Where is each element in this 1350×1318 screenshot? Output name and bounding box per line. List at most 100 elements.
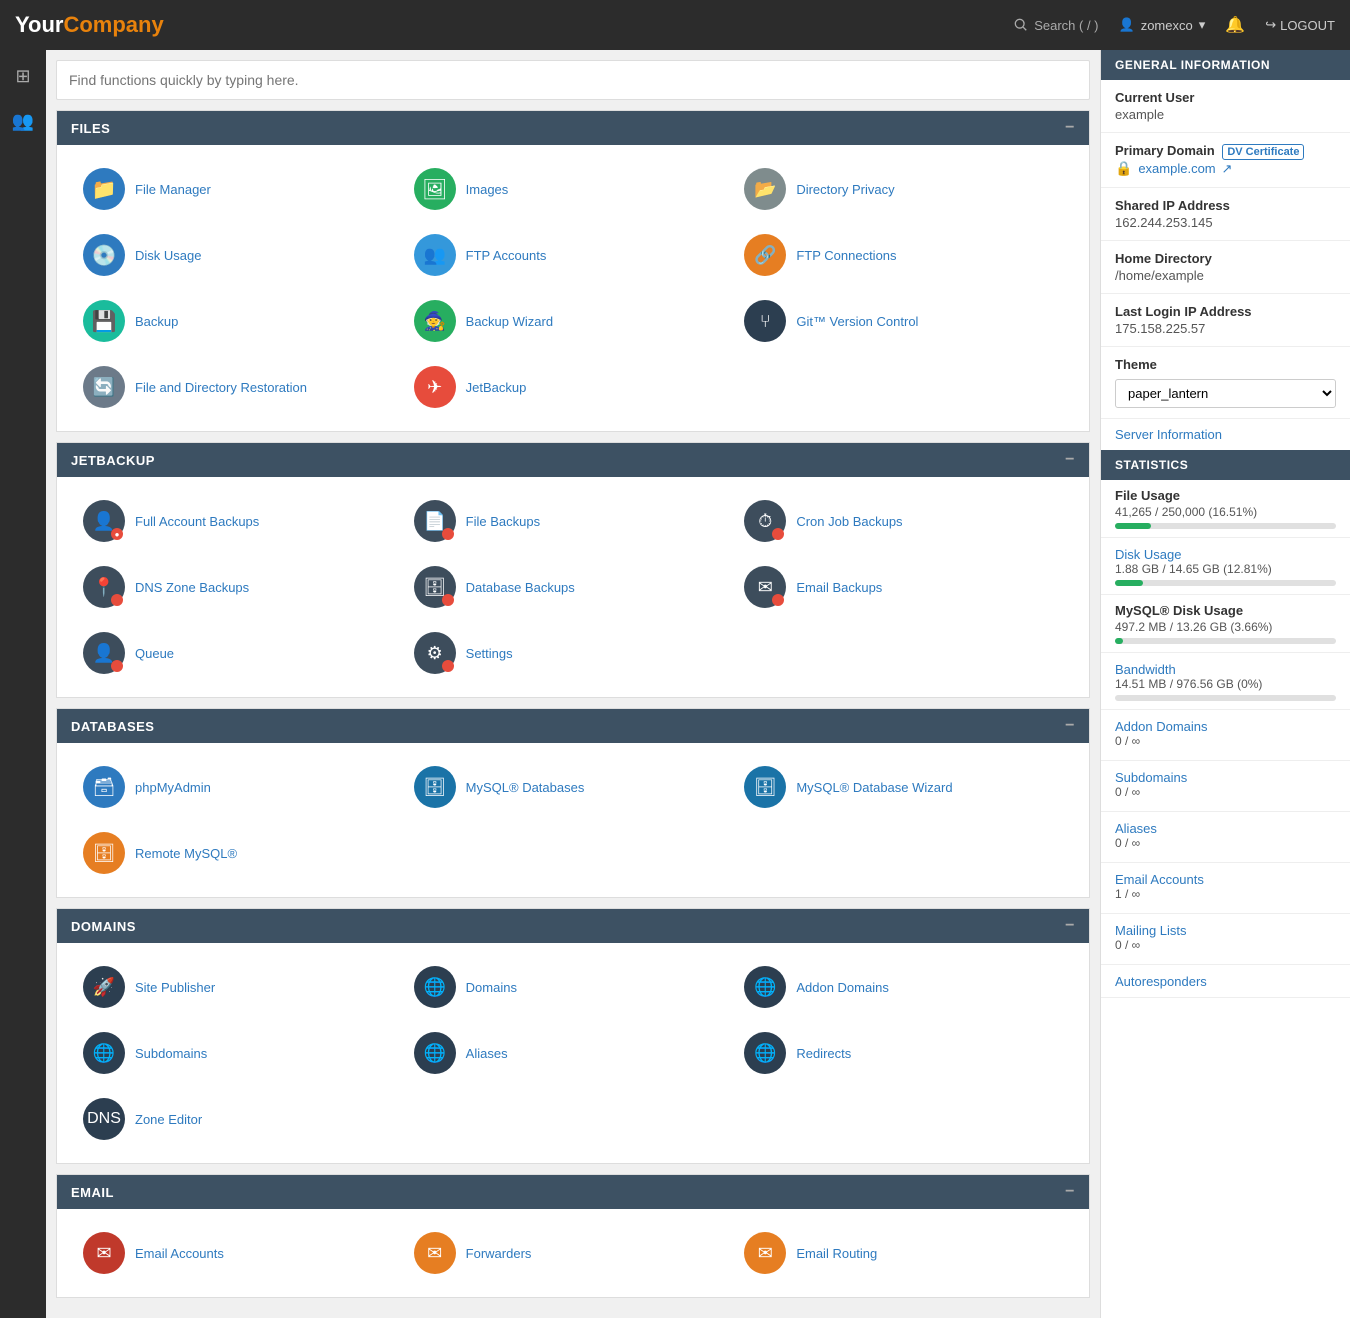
file-manager-link[interactable]: File Manager bbox=[135, 182, 211, 197]
autoresponders-link[interactable]: Autoresponders bbox=[1115, 974, 1207, 989]
full-account-backups-link[interactable]: Full Account Backups bbox=[135, 514, 259, 529]
list-item[interactable]: 🖼 Images bbox=[408, 160, 739, 218]
list-item[interactable]: 👤 Queue bbox=[77, 624, 408, 682]
list-item[interactable]: 📄 File Backups bbox=[408, 492, 739, 550]
list-item[interactable]: 🌐 Aliases bbox=[408, 1024, 739, 1082]
addon-domains-link[interactable]: Addon Domains bbox=[796, 980, 889, 995]
redirects-link[interactable]: Redirects bbox=[796, 1046, 851, 1061]
list-item[interactable]: ✉ Email Accounts bbox=[77, 1224, 408, 1282]
list-item[interactable]: 🌐 Redirects bbox=[738, 1024, 1069, 1082]
file-backups-link[interactable]: File Backups bbox=[466, 514, 540, 529]
list-item[interactable]: 💾 Backup bbox=[77, 292, 408, 350]
home-dir-value: /home/example bbox=[1115, 268, 1336, 283]
domains-link[interactable]: Domains bbox=[466, 980, 517, 995]
list-item[interactable]: 👤 ● Full Account Backups bbox=[77, 492, 408, 550]
jetbackup-title: JETBACKUP bbox=[71, 453, 155, 468]
external-link-icon[interactable]: ↗ bbox=[1222, 161, 1233, 176]
list-item[interactable]: ✉ Email Backups bbox=[738, 558, 1069, 616]
list-item[interactable]: ⚙ Settings bbox=[408, 624, 739, 682]
mailing-lists-link[interactable]: Mailing Lists bbox=[1115, 923, 1187, 938]
list-item[interactable]: ⏱ Cron Job Backups bbox=[738, 492, 1069, 550]
disk-usage-link[interactable]: Disk Usage bbox=[135, 248, 201, 263]
mysql-databases-link[interactable]: MySQL® Databases bbox=[466, 780, 585, 795]
list-item[interactable]: 📁 File Manager bbox=[77, 160, 408, 218]
subdomains-link[interactable]: Subdomains bbox=[135, 1046, 207, 1061]
backup-wizard-link[interactable]: Backup Wizard bbox=[466, 314, 553, 329]
images-link[interactable]: Images bbox=[466, 182, 509, 197]
list-item[interactable]: ✈ JetBackup bbox=[408, 358, 739, 416]
git-link[interactable]: Git™ Version Control bbox=[796, 314, 918, 329]
list-item[interactable]: 🧙 Backup Wizard bbox=[408, 292, 739, 350]
sidebar-users-icon[interactable]: 👥 bbox=[6, 105, 40, 138]
subdomains-link[interactable]: Subdomains bbox=[1115, 770, 1187, 785]
forwarders-link[interactable]: Forwarders bbox=[466, 1246, 532, 1261]
right-panel: GENERAL INFORMATION Current User example… bbox=[1100, 50, 1350, 1318]
sidebar-grid-icon[interactable]: ⊞ bbox=[9, 60, 36, 93]
domain-link[interactable]: example.com bbox=[1138, 161, 1215, 176]
databases-collapse-icon[interactable]: − bbox=[1065, 717, 1075, 735]
list-item[interactable]: 🗄 Database Backups bbox=[408, 558, 739, 616]
list-item[interactable]: DNS Zone Editor bbox=[77, 1090, 408, 1148]
list-item[interactable]: 📍 DNS Zone Backups bbox=[77, 558, 408, 616]
ftp-accounts-link[interactable]: FTP Accounts bbox=[466, 248, 547, 263]
files-collapse-icon[interactable]: − bbox=[1065, 119, 1075, 137]
logout-button[interactable]: ↪ LOGOUT bbox=[1265, 17, 1335, 33]
jetbackup-files-icon: ✈ bbox=[414, 366, 456, 408]
jetbackup-files-link[interactable]: JetBackup bbox=[466, 380, 527, 395]
backup-icon: 💾 bbox=[83, 300, 125, 342]
list-item[interactable]: 🌐 Addon Domains bbox=[738, 958, 1069, 1016]
disk-usage-link[interactable]: Disk Usage bbox=[1115, 547, 1181, 562]
quick-search-bar[interactable] bbox=[56, 60, 1090, 100]
cron-job-backups-link[interactable]: Cron Job Backups bbox=[796, 514, 902, 529]
database-backups-link[interactable]: Database Backups bbox=[466, 580, 575, 595]
email-collapse-icon[interactable]: − bbox=[1065, 1183, 1075, 1201]
list-item[interactable]: ✉ Email Routing bbox=[738, 1224, 1069, 1282]
notifications-bell[interactable]: 🔔 bbox=[1225, 15, 1245, 35]
list-item[interactable]: 🌐 Subdomains bbox=[77, 1024, 408, 1082]
main-layout: ⊞ 👥 FILES − 📁 File Manager bbox=[0, 50, 1350, 1318]
bandwidth-link[interactable]: Bandwidth bbox=[1115, 662, 1176, 677]
list-item[interactable]: 🔗 FTP Connections bbox=[738, 226, 1069, 284]
file-usage-fill bbox=[1115, 523, 1151, 529]
email-accounts-link[interactable]: Email Accounts bbox=[135, 1246, 224, 1261]
backup-link[interactable]: Backup bbox=[135, 314, 178, 329]
dns-zone-backups-link[interactable]: DNS Zone Backups bbox=[135, 580, 249, 595]
theme-select[interactable]: paper_lantern bbox=[1115, 379, 1336, 408]
list-item[interactable]: 🔄 File and Directory Restoration bbox=[77, 358, 408, 416]
domains-collapse-icon[interactable]: − bbox=[1065, 917, 1075, 935]
remote-mysql-link[interactable]: Remote MySQL® bbox=[135, 846, 237, 861]
email-routing-link[interactable]: Email Routing bbox=[796, 1246, 877, 1261]
email-backups-link[interactable]: Email Backups bbox=[796, 580, 882, 595]
user-menu[interactable]: 👤 zomexco ▾ bbox=[1119, 17, 1206, 33]
jetbackup-settings-link[interactable]: Settings bbox=[466, 646, 513, 661]
list-item[interactable]: 🗄 Remote MySQL® bbox=[77, 824, 408, 882]
zone-editor-link[interactable]: Zone Editor bbox=[135, 1112, 202, 1127]
list-item[interactable]: 🚀 Site Publisher bbox=[77, 958, 408, 1016]
quick-search-input[interactable] bbox=[69, 72, 1077, 88]
aliases-link[interactable]: Aliases bbox=[1115, 821, 1157, 836]
server-info-link[interactable]: Server Information bbox=[1101, 419, 1350, 450]
site-publisher-link[interactable]: Site Publisher bbox=[135, 980, 215, 995]
search-button[interactable]: Search ( / ) bbox=[1014, 18, 1098, 33]
email-accounts-icon: ✉ bbox=[83, 1232, 125, 1274]
list-item[interactable]: 🗃 phpMyAdmin bbox=[77, 758, 408, 816]
jetbackup-collapse-icon[interactable]: − bbox=[1065, 451, 1075, 469]
list-item[interactable]: ✉ Forwarders bbox=[408, 1224, 739, 1282]
mysql-wizard-link[interactable]: MySQL® Database Wizard bbox=[796, 780, 952, 795]
email-accounts-link[interactable]: Email Accounts bbox=[1115, 872, 1204, 887]
list-item[interactable]: 💿 Disk Usage bbox=[77, 226, 408, 284]
phpmyadmin-link[interactable]: phpMyAdmin bbox=[135, 780, 211, 795]
directory-privacy-link[interactable]: Directory Privacy bbox=[796, 182, 894, 197]
list-item[interactable]: 🗄 MySQL® Database Wizard bbox=[738, 758, 1069, 816]
list-item[interactable]: 👥 FTP Accounts bbox=[408, 226, 739, 284]
list-item[interactable]: 📂 Directory Privacy bbox=[738, 160, 1069, 218]
queue-link[interactable]: Queue bbox=[135, 646, 174, 661]
addon-domains-link[interactable]: Addon Domains bbox=[1115, 719, 1208, 734]
aliases-link[interactable]: Aliases bbox=[466, 1046, 508, 1061]
list-item[interactable]: 🌐 Domains bbox=[408, 958, 739, 1016]
dv-cert-link[interactable]: DV Certificate bbox=[1222, 144, 1304, 160]
ftp-connections-link[interactable]: FTP Connections bbox=[796, 248, 896, 263]
file-restore-link[interactable]: File and Directory Restoration bbox=[135, 380, 307, 395]
list-item[interactable]: ⑂ Git™ Version Control bbox=[738, 292, 1069, 350]
list-item[interactable]: 🗄 MySQL® Databases bbox=[408, 758, 739, 816]
